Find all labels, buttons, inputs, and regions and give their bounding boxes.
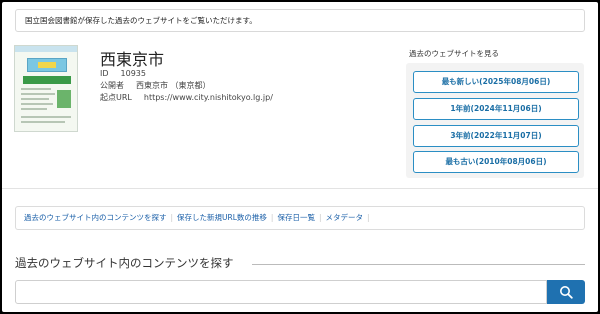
publisher-value: 西東京市 （東京都） — [136, 81, 211, 90]
latest-snapshot-button[interactable]: 最も新しい(2025年08月06日) — [413, 71, 579, 93]
search-button[interactable] — [547, 280, 585, 304]
three-years-ago-button[interactable]: 3年前(2022年11月07日) — [413, 125, 579, 147]
section-rule — [252, 264, 585, 265]
publisher-row: 公開者 西東京市 （東京都） — [100, 80, 211, 91]
tab-new-url-trend[interactable]: 保存した新規URL数の推移 — [177, 213, 267, 222]
tab-save-dates[interactable]: 保存日一覧 — [277, 213, 315, 222]
one-year-ago-button[interactable]: 1年前(2024年11月06日) — [413, 98, 579, 120]
site-name: 西東京市 — [100, 50, 165, 69]
tab-bar: 過去のウェブサイト内のコンテンツを探す | 保存した新規URL数の推移 | 保存日一覧 |… — [15, 206, 585, 230]
id-label: ID — [100, 69, 109, 78]
search-input[interactable] — [15, 280, 547, 304]
publisher-label: 公開者 — [100, 81, 124, 90]
id-value: 10935 — [120, 69, 146, 78]
snapshot-heading: 過去のウェブサイトを見る — [409, 49, 499, 58]
origin-url-value: https://www.city.nishitokyo.lg.jp/ — [143, 93, 273, 102]
site-thumbnail[interactable] — [14, 45, 78, 132]
origin-url-row: 起点URL https://www.city.nishitokyo.lg.jp/ — [100, 92, 273, 103]
notice-banner: 国立国会図書館が保存した過去のウェブサイトをご覧いただけます。 — [15, 9, 585, 32]
search-section-title: 過去のウェブサイト内のコンテンツを探す — [15, 256, 234, 270]
search-icon — [560, 286, 573, 299]
oldest-snapshot-button[interactable]: 最も古い(2010年08月06日) — [413, 151, 579, 173]
origin-url-label: 起点URL — [100, 93, 132, 102]
page-frame: 国立国会図書館が保存した過去のウェブサイトをご覧いただけます。 西東京市 ID 1… — [2, 2, 598, 312]
site-id-row: ID 10935 — [100, 69, 146, 78]
tab-metadata[interactable]: メタデータ — [325, 213, 363, 222]
section-divider — [2, 188, 598, 189]
tab-search-contents[interactable]: 過去のウェブサイト内のコンテンツを探す — [24, 213, 167, 222]
